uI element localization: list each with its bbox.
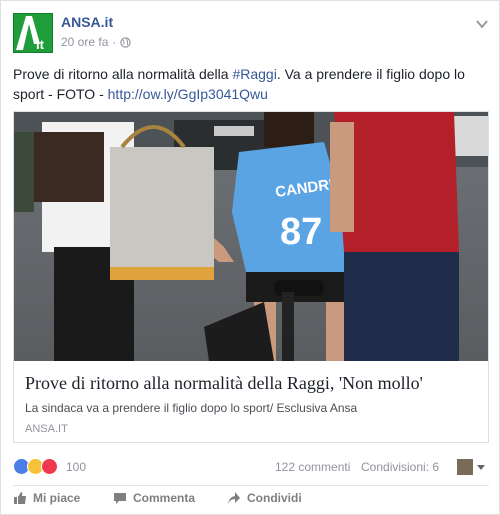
- jersey-number-text: 87: [280, 211, 322, 253]
- post-timestamp[interactable]: 20 ore fa: [61, 35, 108, 49]
- street-photo: CANDRIVA 87: [14, 112, 488, 361]
- comment-label: Commenta: [133, 491, 196, 505]
- page-avatar[interactable]: it: [13, 13, 53, 53]
- post-meta: 20 ore fa ·: [61, 35, 132, 49]
- share-as-chevron-icon[interactable]: [475, 461, 487, 473]
- like-label: Mi piace: [33, 491, 81, 505]
- share-button[interactable]: Condividi: [227, 491, 302, 505]
- comments-count-link[interactable]: 122 commenti: [275, 460, 350, 474]
- link-card-title[interactable]: Prove di ritorno alla normalità della Ra…: [25, 373, 481, 394]
- comment-icon: [114, 493, 126, 504]
- post-header: it ANSA.it 20 ore fa ·: [13, 13, 489, 53]
- post-text-part1: Prove di ritorno alla normalità della: [13, 66, 233, 82]
- link-preview-card[interactable]: CANDRIVA 87 Prove di ritorno alla normal…: [13, 111, 489, 443]
- reaction-icons[interactable]: [13, 458, 58, 475]
- post-url-link[interactable]: http://ow.ly/GgIp3041Qwu: [108, 86, 268, 102]
- actions-divider: [13, 485, 489, 486]
- post-text: Prove di ritorno alla normalità della #R…: [13, 64, 489, 104]
- comment-button[interactable]: Commenta: [113, 491, 195, 505]
- like-button[interactable]: Mi piace: [13, 491, 80, 505]
- logo-sub-text: it: [36, 37, 45, 52]
- share-label: Condividi: [247, 491, 302, 505]
- link-card-description: La sindaca va a prendere il figlio dopo …: [25, 401, 358, 415]
- shares-count-link[interactable]: Condivisioni: 6: [361, 460, 439, 474]
- love-reaction-icon: [41, 458, 58, 475]
- link-preview-image[interactable]: CANDRIVA 87: [14, 112, 488, 361]
- post-options-chevron-icon[interactable]: [475, 17, 489, 31]
- ansa-logo-icon: it: [14, 14, 52, 52]
- share-as-avatar[interactable]: [457, 459, 473, 475]
- meta-separator: ·: [112, 35, 117, 49]
- page-name-link[interactable]: ANSA.it: [61, 14, 113, 30]
- globe-icon[interactable]: [120, 36, 132, 48]
- reaction-count[interactable]: 100: [66, 460, 86, 474]
- reactions-bar: 100 122 commenti Condivisioni: 6: [13, 457, 489, 477]
- share-arrow-icon: [228, 492, 240, 504]
- link-card-domain: ANSA.IT: [25, 423, 68, 435]
- hashtag-link[interactable]: #Raggi: [232, 66, 276, 82]
- facebook-post: it ANSA.it 20 ore fa · Prove di ritorno …: [0, 0, 500, 515]
- thumbs-up-icon: [14, 492, 26, 504]
- post-actions: Mi piace Commenta Condividi: [13, 491, 489, 511]
